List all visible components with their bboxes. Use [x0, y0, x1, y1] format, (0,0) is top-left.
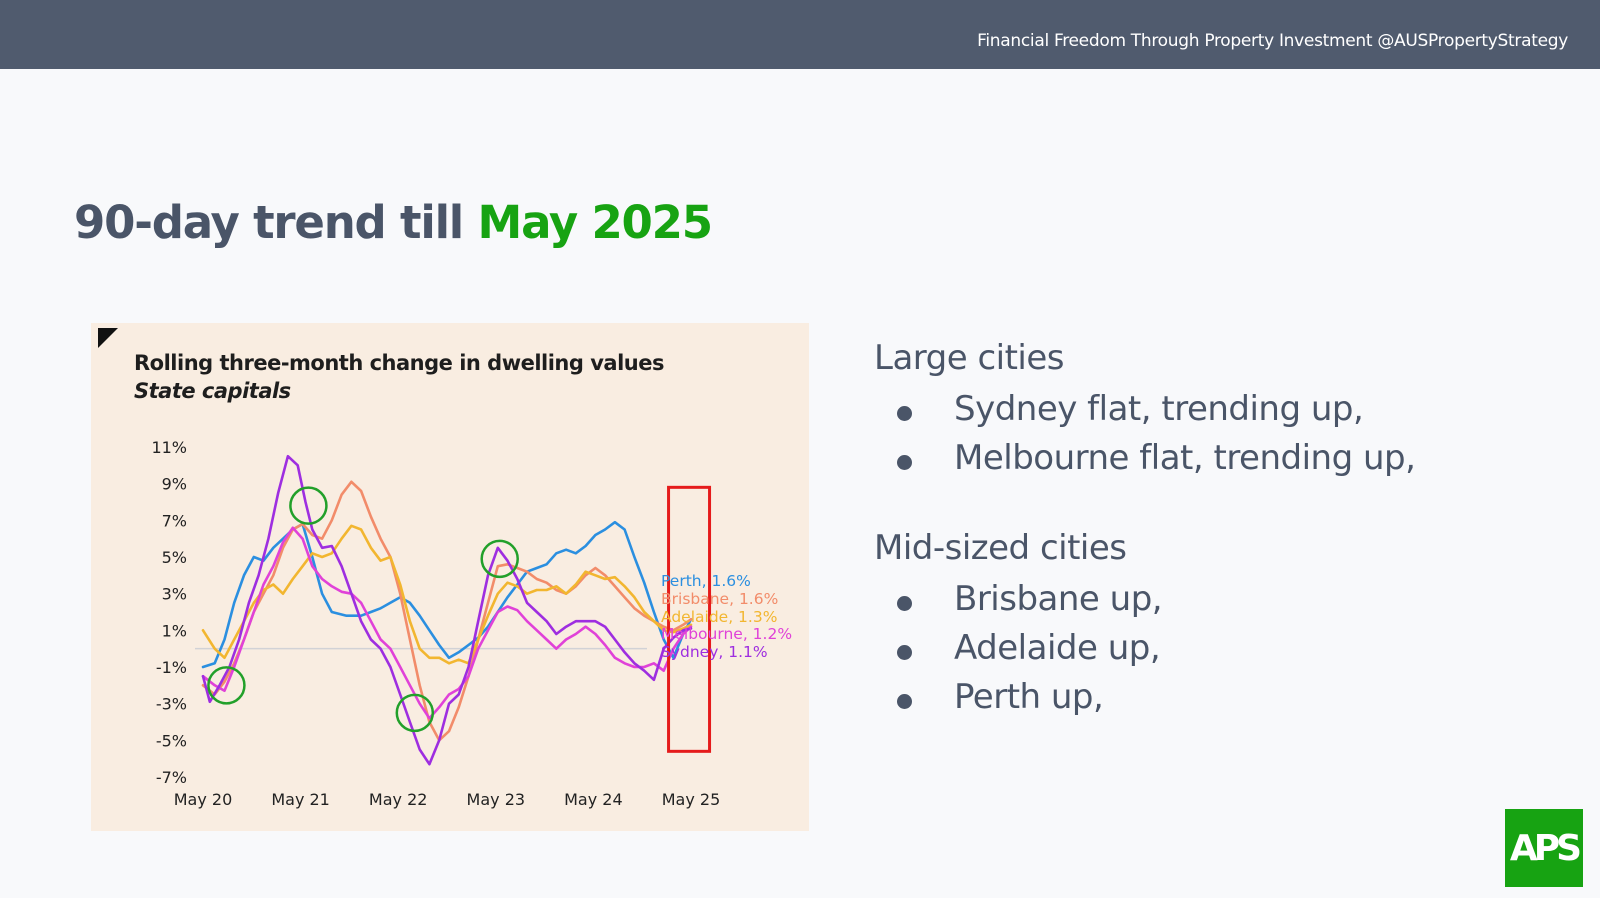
top-bar: Financial Freedom Through Property Inves…	[0, 0, 1600, 69]
x-tick-label: May 20	[174, 790, 233, 809]
large-cities-heading: Large cities	[874, 338, 1065, 378]
list-item: Melbourne flat, trending up,	[874, 434, 1416, 483]
series-label-sydney: Sydney, 1.1%	[661, 643, 768, 661]
bullet-icon	[897, 694, 912, 709]
chart-subtitle: State capitals	[134, 379, 291, 403]
list-item-text: Melbourne flat, trending up,	[954, 438, 1416, 478]
header-tagline: Financial Freedom Through Property Inves…	[977, 31, 1568, 51]
list-item-text: Brisbane up,	[954, 579, 1163, 619]
summary-panel: Large cities Sydney flat, trending up, M…	[874, 337, 1416, 722]
list-item: Adelaide up,	[874, 624, 1415, 673]
chart-title: Rolling three-month change in dwelling v…	[134, 351, 664, 375]
series-line-melbourne	[201, 526, 693, 720]
aps-logo: APS	[1505, 809, 1583, 887]
chart-card: 11% 9% 7% 5% 3% 1% -1% -3% -5% -7% May 20 May 21 May…	[91, 323, 809, 831]
list-item: Brisbane up,	[874, 575, 1415, 624]
y-tick-label: 7%	[162, 511, 187, 530]
y-tick-label: 9%	[162, 475, 187, 494]
bullet-icon	[897, 455, 912, 470]
annotation-circle	[480, 539, 519, 579]
y-tick-label: -3%	[156, 695, 187, 714]
x-tick-label: May 21	[271, 790, 330, 809]
y-tick-label: -7%	[156, 768, 187, 787]
page-title: 90-day trend till May 2025	[74, 196, 713, 249]
series-label-brisbane: Brisbane, 1.6%	[661, 590, 778, 608]
corner-triangle-icon	[98, 328, 118, 348]
y-tick-label: -1%	[156, 658, 187, 677]
x-tick-label: May 24	[564, 790, 623, 809]
series-line-sydney	[201, 454, 693, 766]
bullet-icon	[897, 406, 912, 421]
list-item: Perth up,	[874, 673, 1415, 722]
y-tick-label: 11%	[151, 438, 187, 457]
series-label-melbourne: Melbourne, 1.2%	[661, 625, 792, 643]
list-item-text: Adelaide up,	[954, 628, 1161, 668]
y-tick-label: 3%	[162, 585, 187, 604]
bullet-icon	[897, 645, 912, 660]
x-tick-label: May 25	[662, 790, 721, 809]
bullet-icon	[897, 596, 912, 611]
list-item: Sydney flat, trending up,	[874, 385, 1415, 434]
large-cities-list: Sydney flat, trending up, Melbourne flat…	[874, 385, 1416, 483]
x-tick-label: May 23	[467, 790, 526, 809]
title-accent: May 2025	[477, 196, 713, 249]
series-label-adelaide: Adelaide, 1.3%	[661, 608, 777, 626]
mid-cities-heading: Mid-sized cities	[874, 528, 1127, 568]
list-item-text: Sydney flat, trending up,	[954, 389, 1364, 429]
x-tick-label: May 22	[369, 790, 428, 809]
title-prefix: 90-day trend till	[74, 196, 478, 249]
series-line-brisbane	[201, 480, 693, 742]
mid-cities-list: Brisbane up, Adelaide up, Perth up,	[874, 575, 1415, 722]
series-label-perth: Perth, 1.6%	[661, 572, 751, 590]
y-tick-label: -5%	[156, 731, 187, 750]
y-tick-label: 5%	[162, 548, 187, 567]
y-tick-label: 1%	[162, 621, 187, 640]
list-item-text: Perth up,	[954, 677, 1104, 717]
